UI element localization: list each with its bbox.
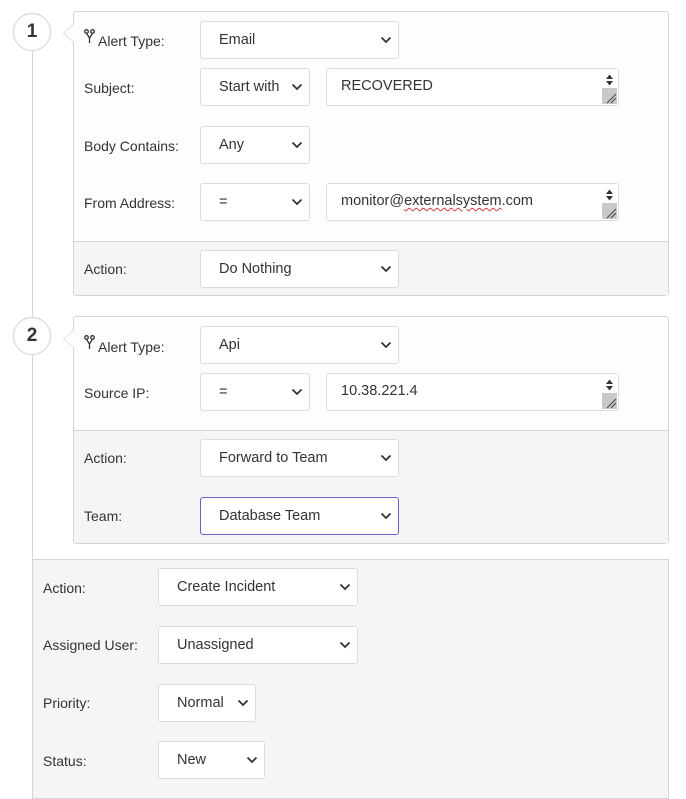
source-ip-input[interactable]: 10.38.221.4	[326, 373, 619, 411]
subject-operator-value: Start with	[219, 79, 280, 95]
action-label: Action:	[84, 261, 127, 277]
rule-card-1: Alert Type: Email Subject: Start with RE…	[63, 11, 669, 296]
priority-label: Priority:	[43, 695, 91, 711]
subject-label: Subject:	[84, 80, 135, 96]
chevron-down-icon	[380, 454, 392, 462]
from-address-user: monitor@	[341, 193, 405, 209]
chevron-down-icon	[380, 512, 392, 520]
alert-type-value: Email	[219, 32, 256, 48]
chevron-down-icon	[339, 583, 351, 591]
spinner-arrows-icon[interactable]	[601, 184, 618, 220]
body-contains-label: Body Contains:	[84, 138, 179, 154]
body-contains-value: Any	[219, 137, 244, 153]
from-address-label: From Address:	[84, 195, 176, 211]
default-action-panel: Action: Create Incident Assigned User: U…	[32, 559, 669, 799]
from-address-input[interactable]: monitor@externalsystem.com	[326, 183, 619, 221]
team-value: Database Team	[219, 508, 321, 524]
alert-type-select[interactable]: Email	[200, 21, 399, 59]
status-label: Status:	[43, 753, 87, 769]
status-select[interactable]: New	[158, 741, 265, 779]
rule-action-panel: Action: Forward to Team Team: Database T…	[74, 430, 668, 543]
subject-value-text: RECOVERED	[341, 78, 433, 94]
assigned-user-select[interactable]: Unassigned	[158, 626, 358, 664]
alert-type-label: Alert Type:	[98, 33, 165, 49]
fork-icon	[84, 29, 95, 43]
from-address-tail: .com	[501, 193, 534, 209]
status-value: New	[177, 752, 207, 768]
chevron-down-icon	[380, 341, 392, 349]
alert-type-value: Api	[219, 337, 240, 353]
fork-icon	[84, 335, 95, 349]
step-number-1: 1	[13, 13, 51, 51]
source-ip-text: 10.38.221.4	[341, 383, 418, 399]
action-label: Action:	[84, 450, 127, 466]
chevron-down-icon	[380, 265, 392, 273]
from-address-text: monitor@externalsystem.com	[341, 193, 533, 209]
from-address-operator-select[interactable]: =	[200, 183, 310, 221]
team-select[interactable]: Database Team	[200, 497, 399, 535]
team-label: Team:	[84, 508, 123, 524]
step-number-2: 2	[13, 317, 51, 355]
chevron-down-icon	[291, 141, 303, 149]
spellcheck-flagged-word: externalsystem	[404, 193, 502, 209]
default-action-select[interactable]: Create Incident	[158, 568, 358, 606]
default-action-value: Create Incident	[177, 579, 276, 595]
card-pointer-inner	[64, 330, 74, 348]
source-ip-label: Source IP:	[84, 385, 150, 401]
priority-value: Normal	[177, 695, 224, 711]
assigned-user-label: Assigned User:	[43, 637, 138, 653]
chevron-down-icon	[380, 36, 392, 44]
from-address-operator-value: =	[219, 194, 228, 210]
action-select[interactable]: Forward to Team	[200, 439, 399, 477]
subject-value-input[interactable]: RECOVERED	[326, 68, 619, 106]
chevron-down-icon	[339, 641, 351, 649]
chevron-down-icon	[291, 83, 303, 91]
spinner-arrows-icon[interactable]	[601, 69, 618, 105]
priority-select[interactable]: Normal	[158, 684, 256, 722]
card-pointer-inner	[64, 24, 74, 42]
chevron-down-icon	[291, 388, 303, 396]
action-value: Do Nothing	[219, 261, 292, 277]
action-value: Forward to Team	[219, 450, 328, 466]
rule-card-2: Alert Type: Api Source IP: = 10.38.221.4…	[63, 316, 669, 544]
chevron-down-icon	[291, 198, 303, 206]
source-ip-operator-select[interactable]: =	[200, 373, 310, 411]
chevron-down-icon	[237, 699, 249, 707]
default-action-label: Action:	[43, 580, 86, 596]
spinner-arrows-icon[interactable]	[601, 374, 618, 410]
rule-action-panel: Action: Do Nothing	[74, 241, 668, 295]
subject-operator-select[interactable]: Start with	[200, 68, 310, 106]
source-ip-operator-value: =	[219, 384, 228, 400]
alert-type-label: Alert Type:	[98, 339, 165, 355]
assigned-user-value: Unassigned	[177, 637, 254, 653]
action-select[interactable]: Do Nothing	[200, 250, 399, 288]
body-contains-select[interactable]: Any	[200, 126, 310, 164]
chevron-down-icon	[246, 756, 258, 764]
alert-type-select[interactable]: Api	[200, 326, 399, 364]
